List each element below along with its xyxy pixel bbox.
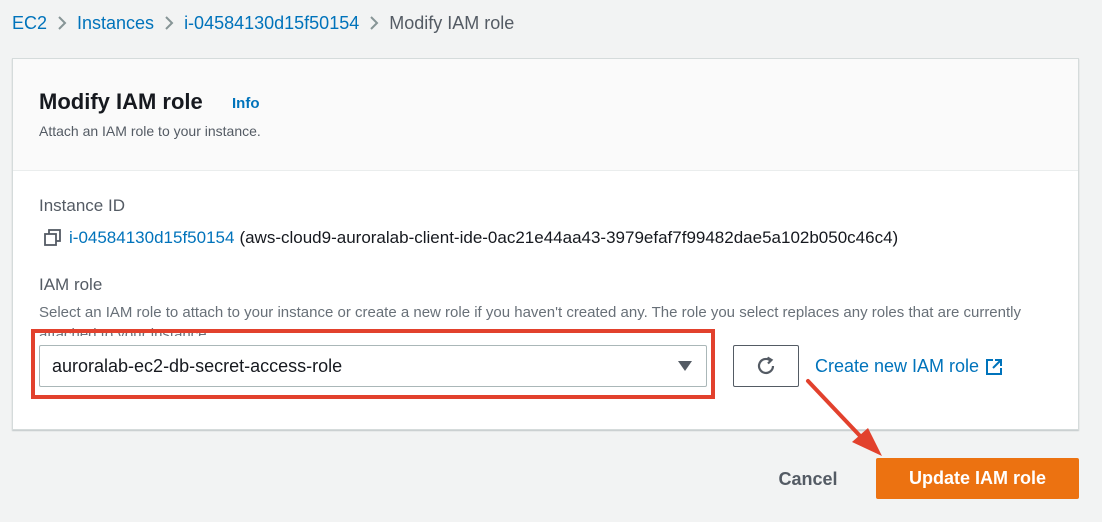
cancel-button[interactable]: Cancel: [758, 459, 858, 499]
instance-id-link[interactable]: i-04584130d15f50154: [69, 228, 234, 248]
breadcrumb-instance-id[interactable]: i-04584130d15f50154: [184, 13, 359, 34]
instance-name: (aws-cloud9-auroralab-client-ide-0ac21e4…: [239, 228, 899, 247]
refresh-icon: [754, 354, 778, 378]
instance-id-row: i-04584130d15f50154 (aws-cloud9-aurorala…: [43, 228, 898, 248]
breadcrumb: EC2 Instances i-04584130d15f50154 Modify…: [12, 10, 514, 36]
chevron-right-icon: [47, 10, 77, 36]
caret-down-icon: [678, 361, 692, 371]
refresh-button[interactable]: [733, 345, 799, 387]
modify-iam-role-panel: Modify IAM role Info Attach an IAM role …: [12, 58, 1079, 430]
info-link[interactable]: Info: [232, 95, 260, 112]
iam-role-label: IAM role: [39, 275, 103, 294]
chevron-right-icon: [359, 10, 389, 36]
chevron-right-icon: [154, 10, 184, 36]
iam-role-select[interactable]: auroralab-ec2-db-secret-access-role: [39, 345, 707, 387]
copy-icon[interactable]: [43, 228, 63, 248]
instance-id-label: Instance ID: [39, 196, 125, 215]
page-title: Modify IAM role: [39, 89, 203, 114]
breadcrumb-current: Modify IAM role: [389, 12, 515, 33]
breadcrumb-ec2[interactable]: EC2: [12, 13, 47, 34]
page-description: Attach an IAM role to your instance.: [39, 123, 261, 139]
update-iam-role-button[interactable]: Update IAM role: [876, 458, 1079, 499]
external-link-icon: [985, 358, 1003, 376]
create-new-iam-role-label: Create new IAM role: [815, 356, 980, 376]
panel-header: Modify IAM role Info Attach an IAM role …: [13, 59, 1078, 171]
breadcrumb-instances[interactable]: Instances: [77, 13, 154, 34]
create-new-iam-role-link[interactable]: Create new IAM role: [815, 356, 1003, 377]
iam-role-selected-value: auroralab-ec2-db-secret-access-role: [52, 355, 343, 376]
